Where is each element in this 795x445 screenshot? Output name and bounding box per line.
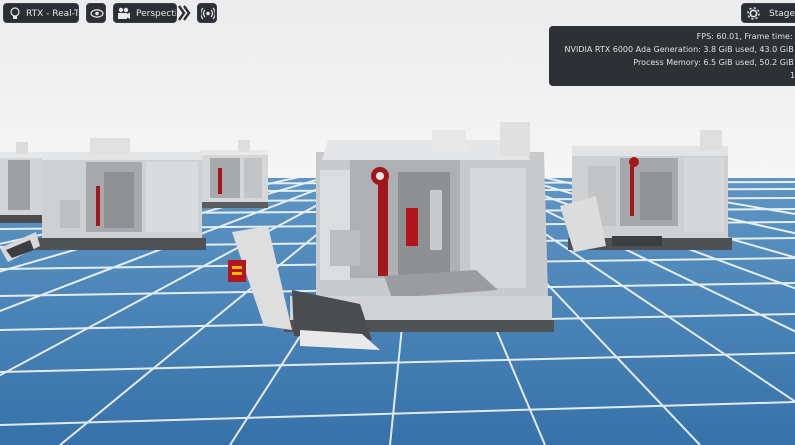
eye-icon xyxy=(90,9,104,18)
process-memory-readout: Process Memory: 6.5 GiB used, 50.2 GiB a… xyxy=(633,58,795,67)
gpu-memory-readout: NVIDIA RTX 6000 Ada Generation: 3.8 GiB … xyxy=(564,45,795,54)
camera-label: Perspectiv xyxy=(136,9,176,19)
settings-icon xyxy=(747,7,760,20)
fps-readout: FPS: 60.01, Frame time: 16.6 xyxy=(696,32,795,41)
broadcast-icon xyxy=(201,7,215,20)
cnc-machine-right[interactable] xyxy=(560,130,732,252)
movie-camera-icon xyxy=(118,7,130,19)
camera-menu-button[interactable]: Perspectiv xyxy=(113,3,177,23)
renderer-menu-button[interactable]: RTX - Real-Tin xyxy=(3,3,79,23)
renderer-label: RTX - Real-Tin xyxy=(26,9,79,19)
resolution-readout: 1280: xyxy=(789,71,795,80)
cnc-machine-back-center[interactable] xyxy=(200,140,268,208)
lightbulb-icon xyxy=(10,7,20,19)
stage-menu-button[interactable]: Stage xyxy=(741,3,795,23)
viewport-toolbar: RTX - Real-Tin Perspectiv xyxy=(0,3,795,25)
cnc-machine-far-left[interactable] xyxy=(0,142,44,223)
live-sync-button[interactable] xyxy=(197,3,217,23)
visibility-button[interactable] xyxy=(86,3,106,23)
stage-label: Stage xyxy=(769,9,795,19)
performance-stats-panel: FPS: 60.01, Frame time: 16.6 NVIDIA RTX … xyxy=(549,26,795,86)
double-chevron-right-icon[interactable] xyxy=(177,3,191,23)
